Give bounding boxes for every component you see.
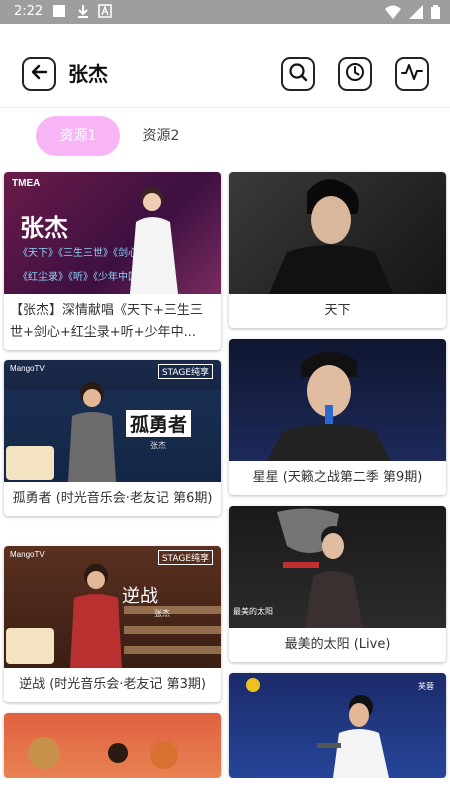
thumb-brand: TMEA bbox=[12, 178, 41, 189]
video-card[interactable]: 星星 (天籁之战第二季 第9期) bbox=[229, 339, 446, 495]
tab-source-2[interactable]: 资源2 bbox=[130, 116, 192, 156]
singer-figure bbox=[246, 678, 389, 778]
status-bar: 2:22 bbox=[0, 0, 450, 24]
thumb-caption: 最美的太阳 bbox=[233, 607, 273, 616]
video-thumbnail: 最美的太阳 bbox=[229, 506, 446, 628]
video-card[interactable]: 芙蓉 bbox=[229, 673, 446, 778]
singer-portrait bbox=[267, 351, 391, 461]
video-thumbnail: MangoTV STAGE纯享 逆战 张杰 bbox=[4, 546, 221, 668]
video-title: 逆战 (时光音乐会·老友记 第3期) bbox=[19, 677, 206, 692]
source-tabs: 资源1 资源2 bbox=[0, 108, 450, 166]
status-time: 2:22 bbox=[14, 4, 44, 19]
waveform-button[interactable] bbox=[395, 57, 429, 91]
video-thumbnail bbox=[229, 339, 446, 461]
video-title: 最美的太阳 (Live) bbox=[284, 637, 391, 652]
download-icon bbox=[76, 4, 90, 18]
video-card[interactable] bbox=[4, 713, 221, 778]
singer-figure bbox=[130, 187, 178, 294]
video-card[interactable]: TMEA 张杰 《天下》《三生三世》《剑心》 《红尘录》《听》《少年中国说》 【… bbox=[4, 172, 221, 350]
video-title: 星星 (天籁之战第二季 第9期) bbox=[252, 470, 423, 485]
page-title: 张杰 bbox=[68, 62, 108, 86]
video-title: 【张杰】深情献唱《天下+三生三世+剑心+红尘录+听+少年中... bbox=[10, 303, 203, 340]
stage-art bbox=[28, 737, 178, 769]
thumb-sub: 张杰 bbox=[150, 441, 166, 450]
search-button[interactable] bbox=[281, 57, 315, 91]
stage-art bbox=[6, 564, 221, 668]
signal-icon bbox=[409, 5, 423, 23]
square-notification-icon bbox=[52, 4, 66, 18]
video-thumbnail bbox=[229, 172, 446, 294]
wifi-icon bbox=[385, 5, 401, 23]
video-card[interactable]: MangoTV STAGE纯享 逆战 张杰 逆战 (时光音乐会·老友记 第3期) bbox=[4, 546, 221, 702]
thumb-song: 逆战 bbox=[122, 586, 158, 607]
back-arrow-icon bbox=[30, 63, 48, 85]
thumb-name: 张杰 bbox=[20, 214, 68, 242]
history-clock-icon bbox=[345, 62, 365, 86]
video-title: 天下 bbox=[324, 303, 351, 318]
back-button[interactable] bbox=[22, 57, 56, 91]
video-card[interactable]: MangoTV STAGE纯享 孤勇者 张杰 孤勇者 (时光音乐会·老友记 第6… bbox=[4, 360, 221, 516]
video-thumbnail bbox=[4, 713, 221, 778]
video-card[interactable]: 最美的太阳 最美的太阳 (Live) bbox=[229, 506, 446, 662]
bottom-spacer bbox=[0, 778, 450, 800]
waveform-icon bbox=[401, 62, 423, 86]
thumb-sub: 张杰 bbox=[154, 609, 170, 618]
battery-icon bbox=[431, 5, 440, 23]
tab-source-1[interactable]: 资源1 bbox=[36, 116, 120, 156]
app-bar: 张杰 bbox=[0, 24, 450, 108]
video-title: 孤勇者 (时光音乐会·老友记 第6期) bbox=[12, 491, 213, 506]
search-icon bbox=[288, 62, 308, 86]
video-thumbnail: 芙蓉 bbox=[229, 673, 446, 778]
singer-portrait bbox=[269, 179, 393, 294]
a-notification-icon bbox=[98, 4, 112, 18]
video-thumbnail: MangoTV STAGE纯享 孤勇者 张杰 bbox=[4, 360, 221, 482]
video-card[interactable]: 天下 bbox=[229, 172, 446, 328]
history-button[interactable] bbox=[338, 57, 372, 91]
thumb-song: 孤勇者 bbox=[126, 410, 192, 437]
video-thumbnail: TMEA 张杰 《天下》《三生三世》《剑心》 《红尘录》《听》《少年中国说》 bbox=[4, 172, 221, 294]
